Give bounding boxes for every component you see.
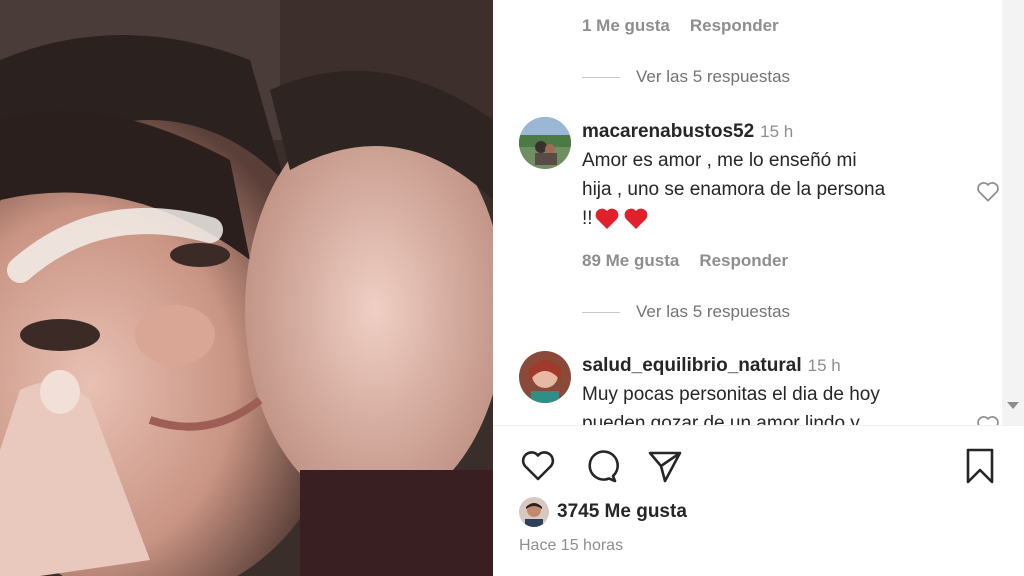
comment-timestamp[interactable]: 15 h xyxy=(760,122,793,141)
heart-icon[interactable] xyxy=(519,447,557,485)
post-photo[interactable] xyxy=(0,0,493,576)
share-icon[interactable] xyxy=(646,447,684,485)
avatar[interactable] xyxy=(519,351,571,403)
comment-username[interactable]: salud_equilibrio_natural xyxy=(582,355,802,376)
replies-line-divider xyxy=(582,76,620,78)
likes-count[interactable]: 3745 Me gusta xyxy=(557,501,687,523)
post-photo-image xyxy=(0,0,493,576)
reply-button[interactable]: Responder xyxy=(690,16,779,36)
comment-username[interactable]: macarenabustos52 xyxy=(582,121,754,142)
section-divider xyxy=(493,425,1024,426)
view-replies-button[interactable]: Ver las 5 respuestas xyxy=(582,302,790,322)
comment-meta-row: 1 Me gusta Responder xyxy=(582,16,779,36)
comments-panel: 1 Me gusta Responder Ver las 5 respuesta… xyxy=(493,0,1024,576)
avatar[interactable] xyxy=(519,117,571,169)
replies-line-divider xyxy=(582,311,620,313)
comment-text-line: !! xyxy=(582,208,593,229)
comment-item: macarenabustos52 15 h Amor es amor , me l… xyxy=(519,117,999,237)
liker-avatar[interactable] xyxy=(519,497,549,527)
comment-body: macarenabustos52 15 h Amor es amor , me l… xyxy=(582,117,962,233)
view-replies-button[interactable]: Ver las 5 respuestas xyxy=(582,67,790,87)
comment-likes-count[interactable]: 89 Me gusta xyxy=(582,251,679,271)
bookmark-icon[interactable] xyxy=(961,447,999,485)
red-heart-emoji-icon xyxy=(595,208,618,229)
comment-text-line: pueden gozar de un amor lindo y xyxy=(582,413,860,425)
post-likes[interactable]: 3745 Me gusta xyxy=(519,497,687,527)
comment-text-line: Amor es amor , me lo enseñó mi xyxy=(582,150,857,171)
comment-body: salud_equilibrio_natural 15 h Muy pocas p… xyxy=(582,351,962,425)
view-replies-label: Ver las 5 respuestas xyxy=(636,67,791,86)
post-actions-bar xyxy=(519,447,999,487)
scrollbar-track[interactable] xyxy=(1002,0,1024,425)
reply-button[interactable]: Responder xyxy=(699,251,788,271)
comment-icon[interactable] xyxy=(582,447,620,485)
comment-item: salud_equilibrio_natural 15 h Muy pocas p… xyxy=(519,351,999,425)
comment-meta-row: 89 Me gusta Responder xyxy=(582,251,788,271)
post-timestamp[interactable]: Hace 15 horas xyxy=(519,537,623,555)
comment-timestamp[interactable]: 15 h xyxy=(808,356,841,375)
comment-text-line: Muy pocas personitas el dia de hoy xyxy=(582,384,880,405)
like-comment-heart-icon[interactable] xyxy=(975,179,1001,205)
scroll-down-arrow-icon[interactable] xyxy=(1007,402,1019,409)
like-comment-heart-icon[interactable] xyxy=(975,413,1001,425)
comment-text-line: hija , uno se enamora de la persona xyxy=(582,179,886,200)
comment-likes-count[interactable]: 1 Me gusta xyxy=(582,16,670,36)
red-heart-emoji-icon xyxy=(624,208,647,229)
view-replies-label: Ver las 5 respuestas xyxy=(636,302,791,321)
comments-list[interactable]: 1 Me gusta Responder Ver las 5 respuesta… xyxy=(493,0,1024,425)
